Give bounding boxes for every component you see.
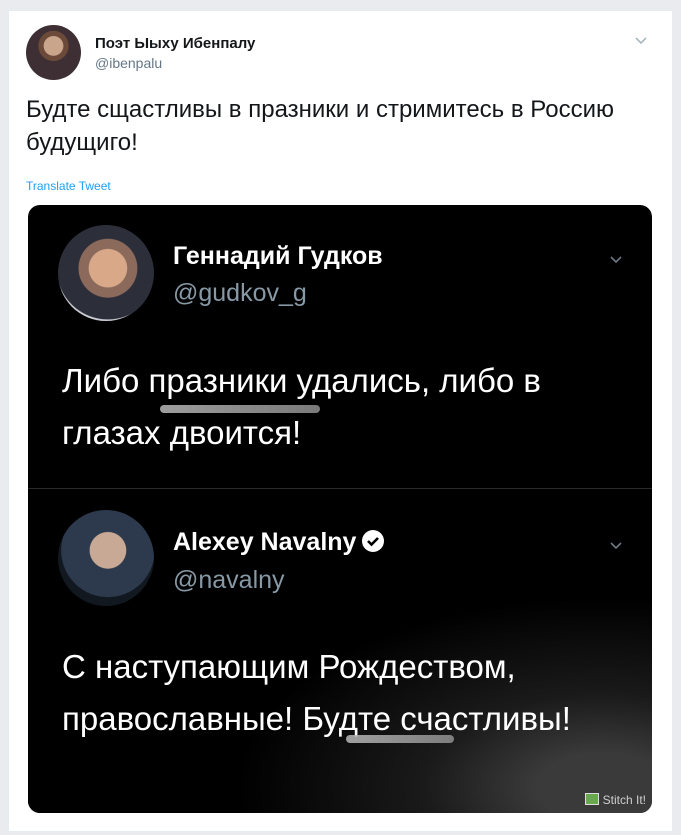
embedded-author-name: Геннадий Гудков [173,242,383,270]
tweet-media-image[interactable]: Геннадий Гудков @gudkov_g Либо празники … [28,205,652,813]
chevron-down-icon [610,256,622,264]
embedded-author-name-row: Alexey Navalny [173,528,385,557]
watermark-text: Stitch It! [602,793,646,807]
embedded-tweet-gudkov: Геннадий Гудков @gudkov_g Либо празники … [28,205,652,488]
highlight-mark [346,735,454,743]
embedded-author-handle: @navalny [173,566,285,594]
embedded-author-handle: @gudkov_g [173,279,307,307]
translate-tweet-link[interactable]: Translate Tweet [26,179,111,193]
author-name[interactable]: Поэт Ыыху Ибенпалу [95,35,255,52]
author-avatar[interactable] [26,25,81,80]
embedded-tweet-navalny: Alexey Navalny @navalny С наступающим Ро… [28,489,652,813]
embedded-author-name: Alexey Navalny [173,528,357,556]
highlight-mark [160,405,320,413]
tweet-text: Будте сщастливы в празники и стримитесь … [26,96,614,156]
stitch-icon [584,793,599,805]
tweet-card: Поэт Ыыху Ибенпалу @ibenpalu Будте сщаст… [8,10,673,832]
watermark: Stitch It! [584,793,646,807]
embedded-tweet-text: С наступающим Рождеством, православные! … [62,648,571,737]
chevron-down-icon[interactable] [632,31,650,49]
gudkov-avatar [58,225,154,321]
navalny-avatar [58,510,154,606]
author-handle[interactable]: @ibenpalu [95,55,162,71]
chevron-down-icon [610,542,622,550]
verified-badge-icon [362,530,385,552]
embedded-tweet-text: Либо празники удались, либо в глазах дво… [62,362,541,451]
